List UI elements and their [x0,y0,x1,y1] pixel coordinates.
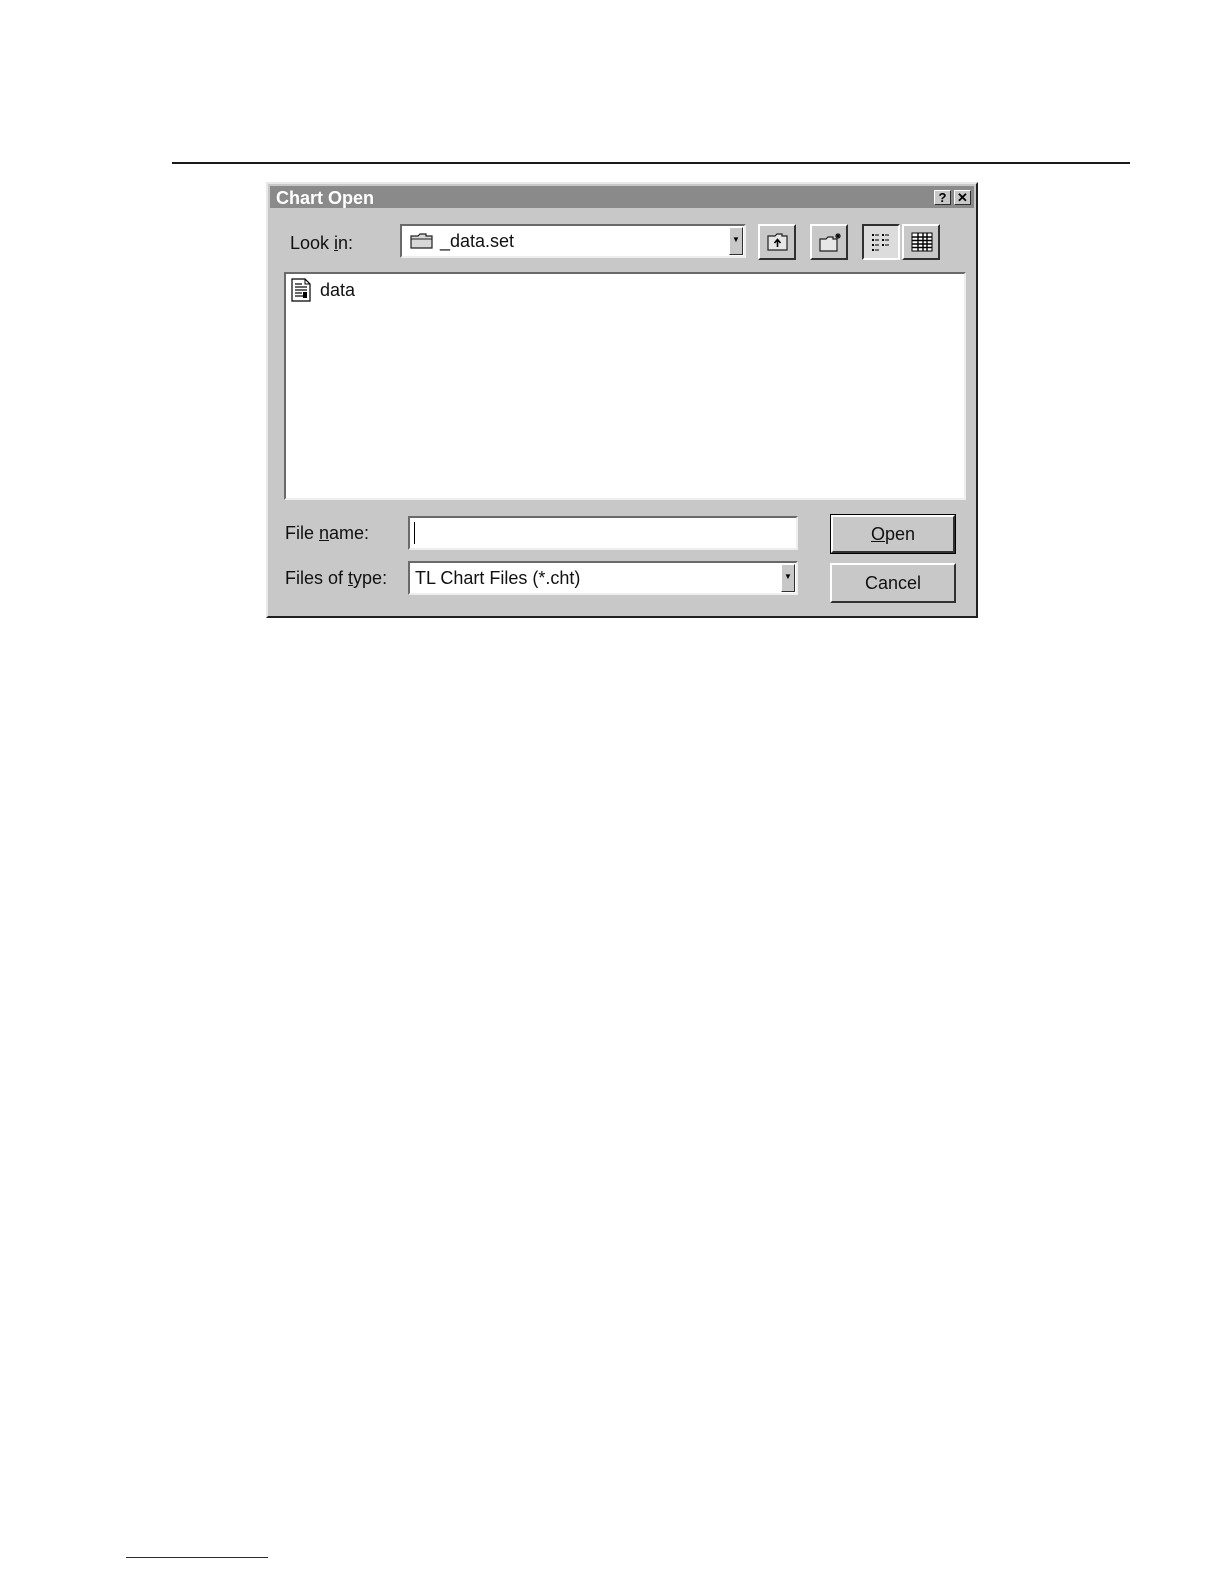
footnote-rule [126,1557,268,1558]
text-caret [414,522,415,544]
look-in-value: _data.set [440,231,515,251]
close-icon: ✕ [957,190,968,205]
list-view-icon [872,234,889,251]
list-view-button[interactable] [862,224,900,260]
file-name-input[interactable] [408,516,798,550]
page-header-rule [172,162,1130,164]
open-button[interactable]: Open [830,514,956,554]
help-button[interactable]: ? [934,190,951,205]
file-name-label: File name: [285,523,370,543]
look-in-dropdown-arrow[interactable]: ▼ [729,227,743,255]
up-one-level-button[interactable] [758,224,796,260]
look-in-combo[interactable]: _data.set ▼ [400,224,746,258]
files-of-type-combo[interactable]: TL Chart Files (*.cht) ▼ [408,561,798,595]
files-of-type-value: TL Chart Files (*.cht) [415,568,581,588]
chart-file-icon [291,278,311,302]
look-in-label: Look in: [290,233,354,253]
title-bar: Chart Open ? ✕ [270,186,974,208]
close-button[interactable]: ✕ [954,190,971,205]
file-list[interactable]: data [284,272,966,500]
file-item-label: data [320,280,356,300]
details-view-button[interactable] [902,224,940,260]
new-folder-icon [819,233,841,252]
chevron-down-icon: ▼ [732,235,740,244]
folder-icon [410,233,433,249]
create-new-folder-button[interactable] [810,224,848,260]
chart-open-dialog: Chart Open ? ✕ Look in: _data.set ▼ data… [266,182,978,618]
dialog-title: Chart Open [276,188,375,208]
help-icon: ? [938,190,947,205]
files-of-type-dropdown-arrow[interactable]: ▼ [781,564,795,592]
cancel-button[interactable]: Cancel [830,563,956,603]
files-of-type-label: Files of type: [285,568,388,588]
up-folder-icon [767,233,788,251]
details-view-icon [911,232,933,252]
chevron-down-icon: ▼ [784,572,792,581]
